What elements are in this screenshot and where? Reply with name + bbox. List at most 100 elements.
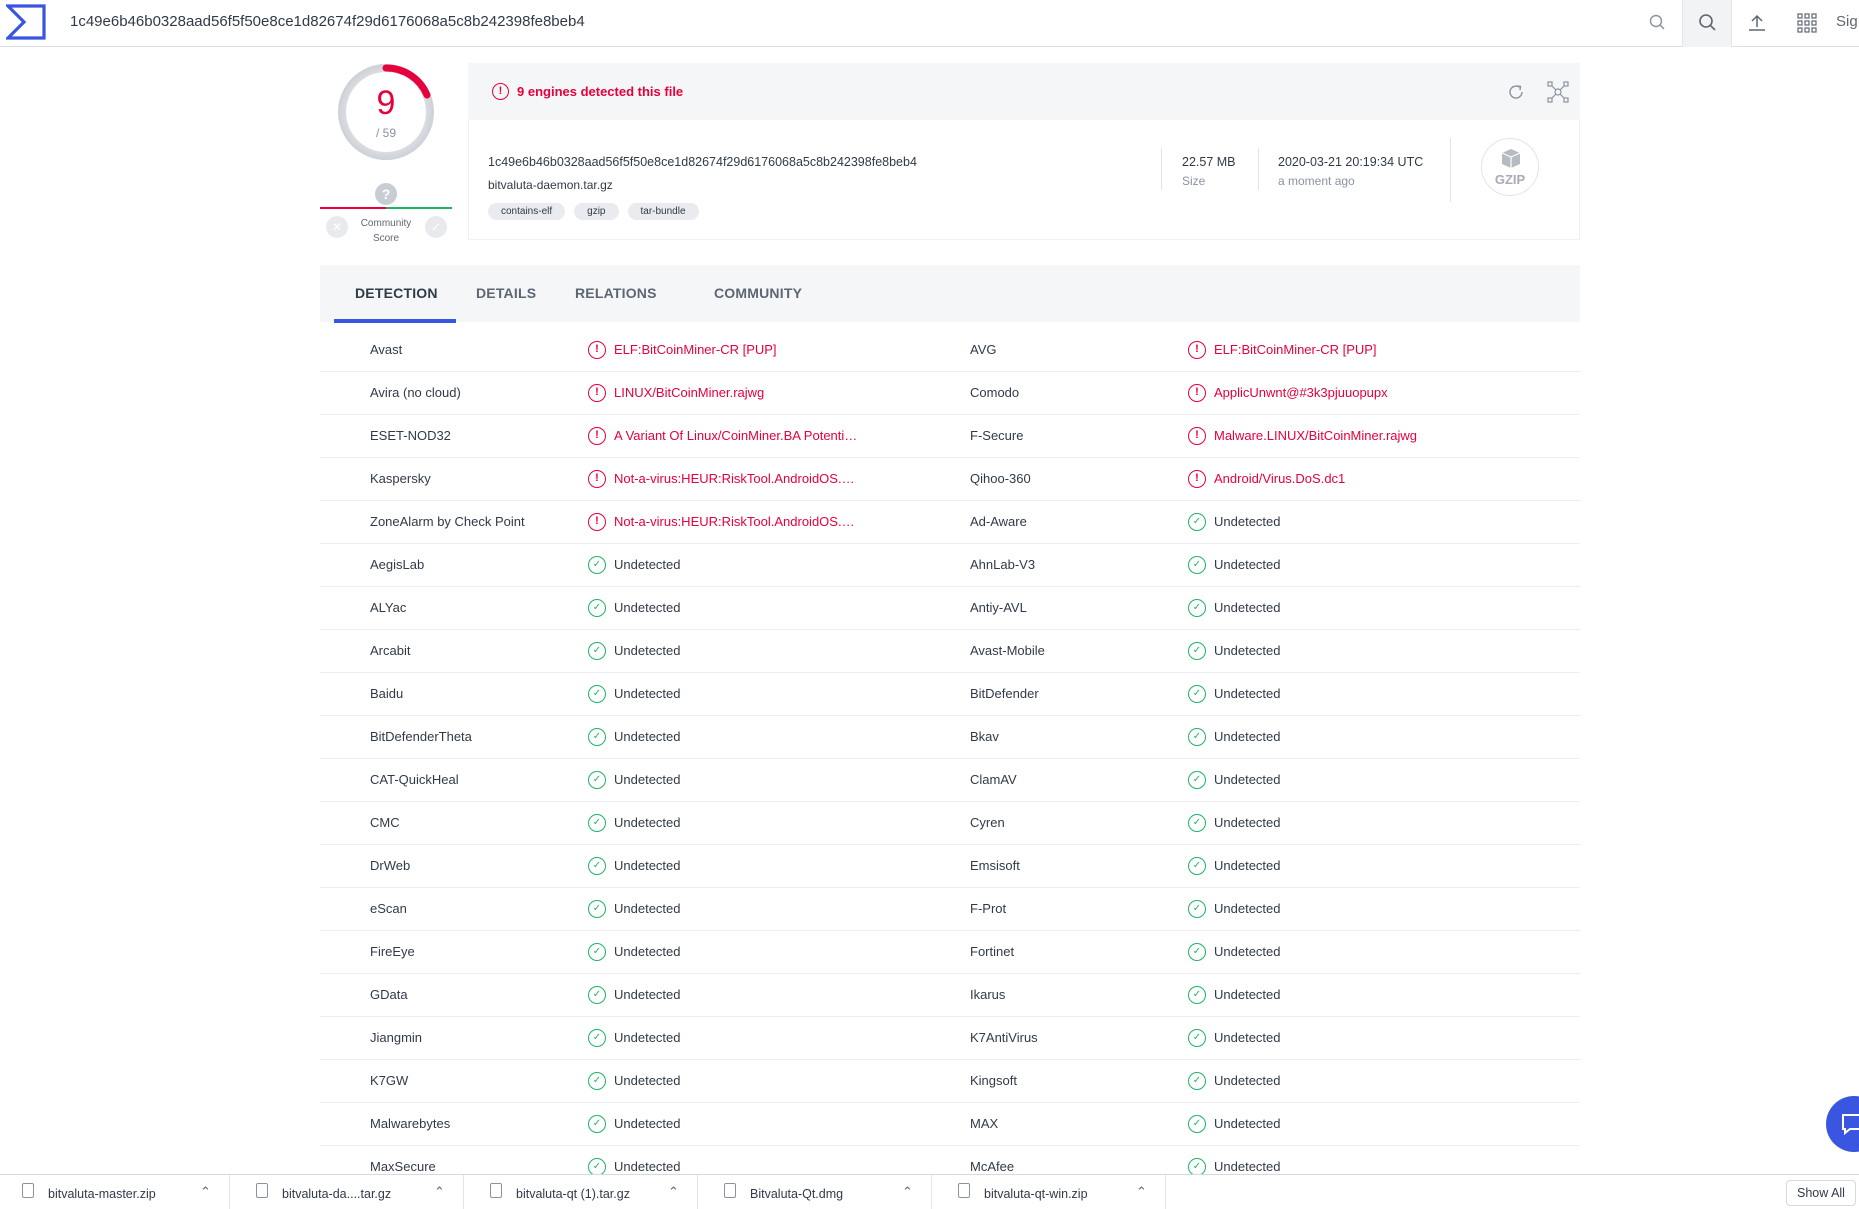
search-input[interactable]: 1c49e6b46b0328aad56f5f50e8ce1d82674f29d6…	[70, 13, 585, 30]
table-row: Avast! ELF:BitCoinMiner-CR [PUP] AVG! ELF:B…	[320, 329, 1580, 372]
tag-chip[interactable]: contains-elf	[488, 203, 566, 220]
show-all-button[interactable]: Show All	[1786, 1180, 1856, 1206]
clean-check-icon: ✓	[588, 1072, 606, 1090]
download-item[interactable]: bitvaluta-qt-win.zip ⌃	[940, 1175, 1166, 1209]
clean-check-icon: ✓	[588, 1029, 606, 1047]
clean-check-icon: ✓	[1188, 814, 1206, 832]
engine-name: MAX	[970, 1116, 999, 1131]
tab-details[interactable]: DETAILS	[476, 285, 536, 301]
engine-name: Bkav	[970, 729, 999, 744]
clean-check-icon: ✓	[1188, 599, 1206, 617]
chevron-up-icon[interactable]: ⌃	[434, 1184, 445, 1200]
malicious-alert-icon: !	[588, 384, 606, 402]
tag-chip[interactable]: tar-bundle	[627, 203, 699, 220]
file-type-label: GZIP	[1494, 172, 1526, 187]
table-row: K7GW ✓ Undetected Kingsoft ✓ Undetected	[320, 1060, 1580, 1103]
table-row: DrWeb ✓ Undetected Emsisoft ✓ Undetected	[320, 845, 1580, 888]
detection-result: Undetected	[1214, 901, 1281, 916]
community-score-label: Community Score	[360, 218, 412, 244]
vote-harmless-button[interactable]: ✓	[425, 216, 447, 238]
detection-result: Undetected	[614, 643, 681, 658]
clean-check-icon: ✓	[1188, 900, 1206, 918]
divider	[1161, 148, 1162, 190]
engine-name: ZoneAlarm by Check Point	[370, 514, 525, 529]
search-icon[interactable]	[1647, 12, 1669, 34]
chat-button[interactable]	[1826, 1096, 1859, 1152]
detection-result: Undetected	[1214, 1116, 1281, 1131]
detection-total: / 59	[375, 126, 396, 140]
engine-name: Ikarus	[970, 987, 1006, 1002]
engine-name: CAT-QuickHeal	[370, 772, 459, 787]
file-icon	[724, 1183, 736, 1198]
clean-check-icon: ✓	[588, 943, 606, 961]
download-file-name: bitvaluta-qt (1).tar.gz	[516, 1187, 630, 1201]
tab-detection[interactable]: DETECTION	[355, 285, 438, 301]
virustotal-logo-icon[interactable]	[6, 4, 46, 40]
download-item[interactable]: bitvaluta-master.zip ⌃	[4, 1175, 230, 1209]
download-item[interactable]: bitvaluta-qt (1).tar.gz ⌃	[472, 1175, 698, 1209]
tab-community[interactable]: COMMUNITY	[714, 285, 802, 301]
chevron-up-icon[interactable]: ⌃	[668, 1184, 679, 1200]
detection-result: Undetected	[1214, 858, 1281, 873]
detection-result: ELF:BitCoinMiner-CR [PUP]	[614, 342, 777, 357]
clean-check-icon: ✓	[1188, 556, 1206, 574]
detection-result: Undetected	[1214, 1030, 1281, 1045]
engine-name: F-Secure	[970, 428, 1024, 443]
clean-check-icon: ✓	[1188, 642, 1206, 660]
engine-name: Comodo	[970, 385, 1020, 400]
file-icon	[256, 1183, 268, 1198]
detection-result: Undetected	[1214, 1073, 1281, 1088]
search-button[interactable]	[1682, 0, 1732, 47]
file-tags: contains-elf gzip tar-bundle	[488, 203, 699, 220]
malicious-alert-icon: !	[1188, 470, 1206, 488]
chevron-up-icon[interactable]: ⌃	[200, 1184, 211, 1200]
engine-name: ClamAV	[970, 772, 1017, 787]
download-item[interactable]: bitvaluta-da....tar.gz ⌃	[238, 1175, 464, 1209]
tab-relations[interactable]: RELATIONS	[575, 285, 657, 301]
vote-malicious-button[interactable]: ✕	[326, 216, 348, 238]
detection-result: Undetected	[614, 1116, 681, 1131]
file-icon	[958, 1183, 970, 1198]
download-item[interactable]: Bitvaluta-Qt.dmg ⌃	[706, 1175, 932, 1209]
engine-name: GData	[370, 987, 408, 1002]
table-row: Jiangmin ✓ Undetected K7AntiVirus ✓ Undetecte…	[320, 1017, 1580, 1060]
chevron-up-icon[interactable]: ⌃	[902, 1184, 913, 1200]
table-row: FireEye ✓ Undetected Fortinet ✓ Undetected	[320, 931, 1580, 974]
clean-check-icon: ✓	[1188, 943, 1206, 961]
detection-result: Undetected	[614, 557, 681, 572]
graph-view-icon[interactable]	[1546, 80, 1570, 104]
clean-check-icon: ✓	[1188, 513, 1206, 531]
detection-result: Not-a-virus:HEUR:RiskTool.AndroidOS.…	[614, 514, 855, 529]
detection-result: Undetected	[1214, 600, 1281, 615]
detection-result: Undetected	[614, 1030, 681, 1045]
engine-name: F-Prot	[970, 901, 1007, 916]
table-row: Malwarebytes ✓ Undetected MAX ✓ Undetected	[320, 1103, 1580, 1146]
detection-result: Undetected	[614, 987, 681, 1002]
chat-bubble-icon	[1842, 1114, 1859, 1136]
detection-result: Undetected	[614, 729, 681, 744]
detections-table: Avast! ELF:BitCoinMiner-CR [PUP] AVG! ELF:B…	[320, 329, 1580, 1189]
file-info-card	[468, 120, 1580, 240]
upload-icon[interactable]	[1746, 12, 1768, 34]
detection-result: Undetected	[1214, 643, 1281, 658]
detection-result: Undetected	[1214, 944, 1281, 959]
engine-name: Antiy-AVL	[970, 600, 1027, 615]
detection-result: Undetected	[614, 944, 681, 959]
divider	[1258, 148, 1259, 190]
detection-result: Undetected	[1214, 686, 1281, 701]
engine-name: Emsisoft	[970, 858, 1020, 873]
detection-result: LINUX/BitCoinMiner.rajwg	[614, 385, 765, 400]
file-icon	[22, 1183, 34, 1198]
reanalyze-icon[interactable]	[1506, 82, 1526, 102]
detection-result: ELF:BitCoinMiner-CR [PUP]	[1214, 342, 1377, 357]
chevron-up-icon[interactable]: ⌃	[1136, 1184, 1147, 1200]
analysis-date-value: 2020-03-21 20:19:34 UTC	[1278, 155, 1424, 169]
sign-in-link[interactable]: Sig	[1836, 13, 1858, 30]
apps-grid-icon[interactable]	[1796, 12, 1818, 34]
active-tab-indicator	[334, 319, 456, 323]
table-row: GData ✓ Undetected Ikarus ✓ Undetected	[320, 974, 1580, 1017]
engine-name: Kaspersky	[370, 471, 431, 486]
clean-check-icon: ✓	[588, 986, 606, 1004]
tag-chip[interactable]: gzip	[574, 203, 619, 220]
clean-check-icon: ✓	[1188, 1072, 1206, 1090]
